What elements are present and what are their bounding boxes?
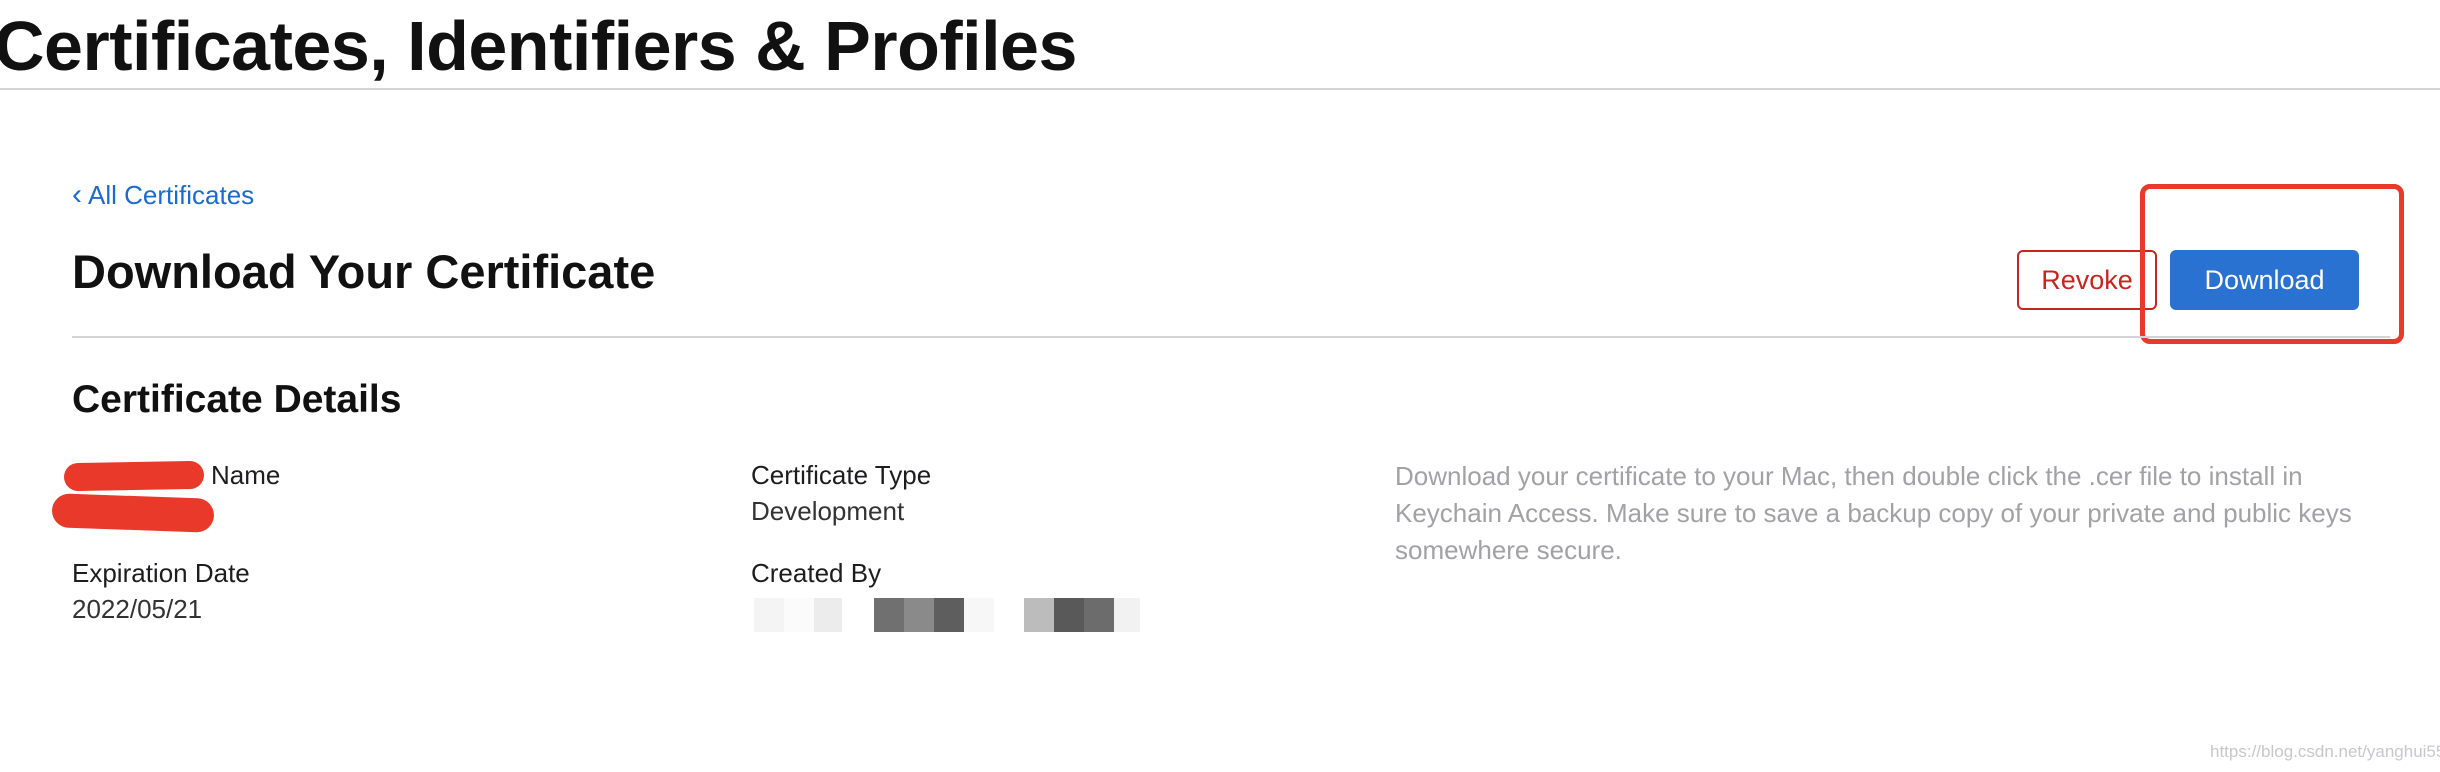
site-title: Certificates, Identifiers & Profiles (0, 7, 1077, 85)
expiration-date-value: 2022/05/21 (72, 594, 203, 624)
all-certificates-label: All Certificates (88, 180, 255, 210)
pixelated-redaction (754, 598, 1150, 632)
title-divider (72, 336, 2390, 338)
page-title: Download Your Certificate (72, 245, 656, 298)
certificate-type-value: Development (751, 496, 905, 526)
certificate-details-heading: Certificate Details (72, 378, 402, 421)
redaction-mark (63, 460, 205, 492)
certificate-name-label: Name (211, 460, 281, 490)
certificate-type-label: Certificate Type (751, 460, 932, 490)
redaction-mark (51, 493, 215, 533)
annotation-highlight-box (2140, 184, 2404, 344)
download-instructions: Download your certificate to your Mac, t… (1395, 461, 2352, 565)
created-by-label: Created By (751, 558, 882, 588)
watermark: https://blog.csdn.net/yanghui555 (2210, 742, 2440, 761)
header-divider (0, 88, 2440, 90)
all-certificates-link[interactable]: ‹ All Certificates (72, 177, 255, 211)
chevron-left-icon: ‹ (72, 177, 82, 211)
expiration-date-label: Expiration Date (72, 558, 250, 588)
revoke-button[interactable]: Revoke (2017, 250, 2157, 310)
